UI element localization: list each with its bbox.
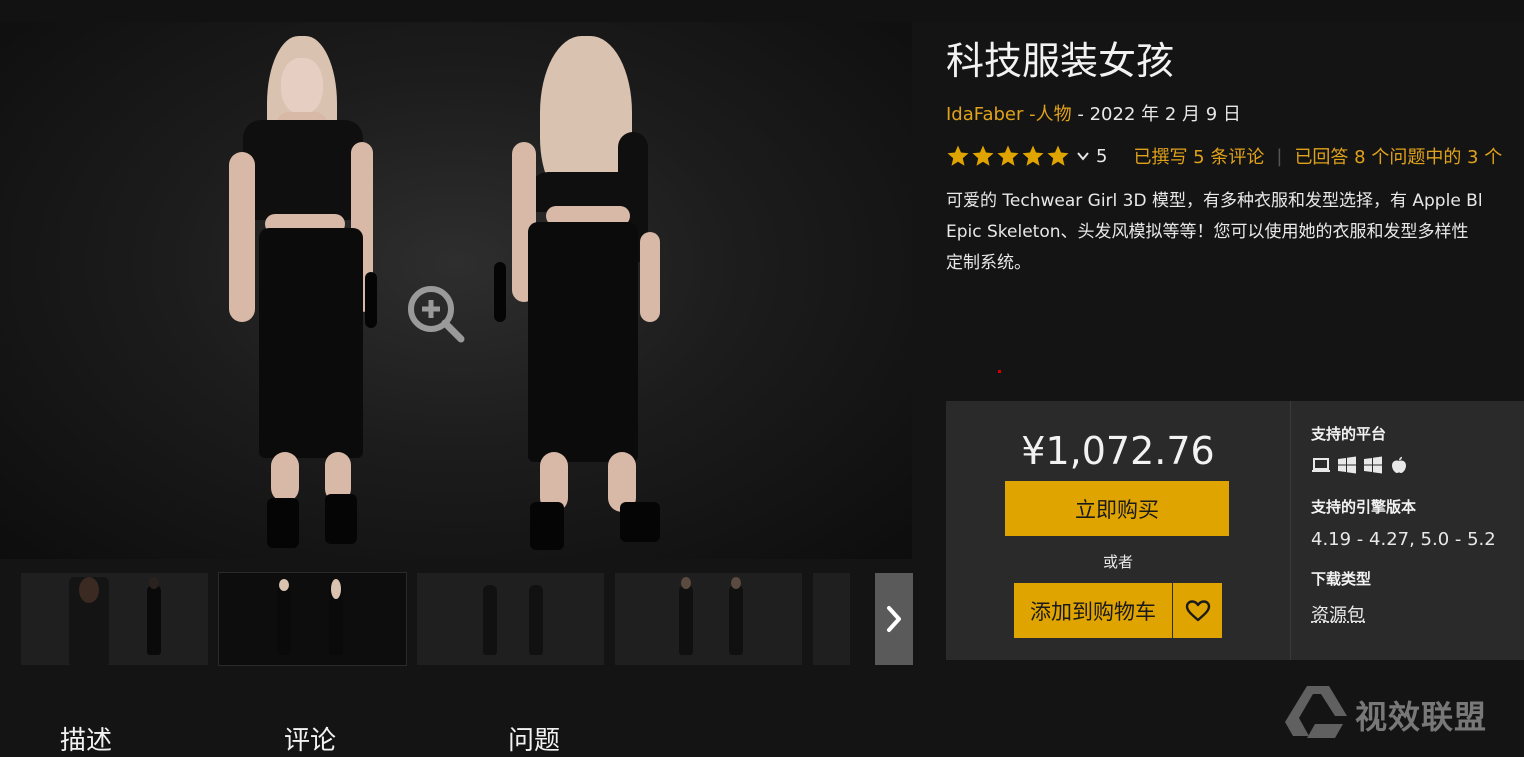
windows-icon bbox=[1338, 456, 1356, 474]
price: ¥1,072.76 bbox=[1021, 429, 1215, 473]
download-heading: 下载类型 bbox=[1311, 570, 1372, 588]
chevron-right-icon bbox=[887, 606, 901, 632]
star-icon bbox=[997, 145, 1019, 166]
windows-icon bbox=[1364, 456, 1382, 474]
product-description: 可爱的 Techwear Girl 3D 模型，有多种衣服和发型选择，有 App… bbox=[946, 186, 1524, 279]
star-icon bbox=[1022, 145, 1044, 166]
watermark-text: 视效联盟 bbox=[1355, 698, 1488, 736]
laptop-icon bbox=[1312, 458, 1330, 472]
questions-link[interactable]: 已回答 8 个问题中的 3 个 bbox=[1294, 143, 1502, 169]
add-to-cart-button[interactable]: 添加到购物车 bbox=[1014, 583, 1172, 638]
rating-value: 5 bbox=[1096, 145, 1108, 167]
thumbnail-4[interactable] bbox=[615, 573, 802, 665]
product-meta: IdaFaber -人物 - 2022 年 2 月 9 日 bbox=[946, 100, 1241, 126]
download-type-link[interactable]: 资源包 bbox=[1311, 601, 1365, 627]
apple-icon bbox=[1392, 456, 1406, 473]
rating-row: 5 已撰写 5 条评论 | 已回答 8 个问题中的 3 个 bbox=[946, 142, 1502, 170]
thumbnail-1[interactable] bbox=[21, 573, 208, 665]
top-bar bbox=[0, 0, 1524, 22]
star-icon bbox=[972, 145, 994, 166]
product-title: 科技服装女孩 bbox=[946, 39, 1175, 83]
thumbnail-2[interactable] bbox=[218, 572, 407, 666]
character-front-view bbox=[215, 32, 405, 552]
product-main-image[interactable] bbox=[0, 22, 912, 559]
marker-dot bbox=[998, 370, 1001, 373]
description-line: Epic Skeleton、头发风模拟等等！您可以使用她的衣服和发型多样性 bbox=[946, 222, 1469, 242]
star-icon bbox=[947, 145, 969, 166]
tab-questions[interactable]: 问题 bbox=[508, 720, 560, 757]
tab-description[interactable]: 描述 bbox=[60, 720, 112, 757]
tab-reviews[interactable]: 评论 bbox=[284, 720, 336, 757]
category-link[interactable]: -人物 bbox=[1029, 104, 1072, 125]
watermark-logo-icon bbox=[1285, 686, 1347, 738]
purchase-box: ¥1,072.76 立即购买 或者 添加到购物车 支持的平台 支持的引擎版本 4… bbox=[946, 401, 1524, 660]
thumbnail-strip bbox=[0, 559, 913, 673]
description-line: 定制系统。 bbox=[946, 253, 1031, 273]
zoom-in-icon[interactable] bbox=[403, 281, 467, 345]
engine-heading: 支持的引擎版本 bbox=[1311, 498, 1417, 516]
next-thumbnails-button[interactable] bbox=[875, 573, 913, 665]
watermark: 视效联盟 bbox=[1285, 676, 1524, 742]
platform-icons bbox=[1311, 456, 1409, 474]
star-rating[interactable] bbox=[946, 144, 1070, 168]
character-back-view bbox=[490, 32, 670, 552]
or-label: 或者 bbox=[1102, 553, 1133, 571]
box-divider bbox=[1290, 401, 1291, 660]
content-tabs: 描述 评论 问题 bbox=[0, 710, 912, 756]
star-icon bbox=[1047, 145, 1069, 166]
reviews-link[interactable]: 已撰写 5 条评论 bbox=[1133, 143, 1264, 169]
platforms-heading: 支持的平台 bbox=[1311, 425, 1387, 443]
thumbnail-3[interactable] bbox=[417, 573, 604, 665]
wishlist-button[interactable] bbox=[1173, 583, 1222, 638]
engine-versions: 4.19 - 4.27, 5.0 - 5.2 bbox=[1311, 529, 1496, 550]
chevron-down-icon[interactable] bbox=[1076, 149, 1090, 163]
heart-icon bbox=[1185, 599, 1210, 621]
description-line: 可爱的 Techwear Girl 3D 模型，有多种衣服和发型选择，有 App… bbox=[946, 191, 1483, 211]
release-date: - 2022 年 2 月 9 日 bbox=[1077, 104, 1241, 125]
buy-now-button[interactable]: 立即购买 bbox=[1005, 481, 1229, 536]
separator: | bbox=[1276, 145, 1283, 167]
thumbnail-5[interactable] bbox=[813, 573, 850, 665]
author-link[interactable]: IdaFaber bbox=[946, 104, 1023, 125]
